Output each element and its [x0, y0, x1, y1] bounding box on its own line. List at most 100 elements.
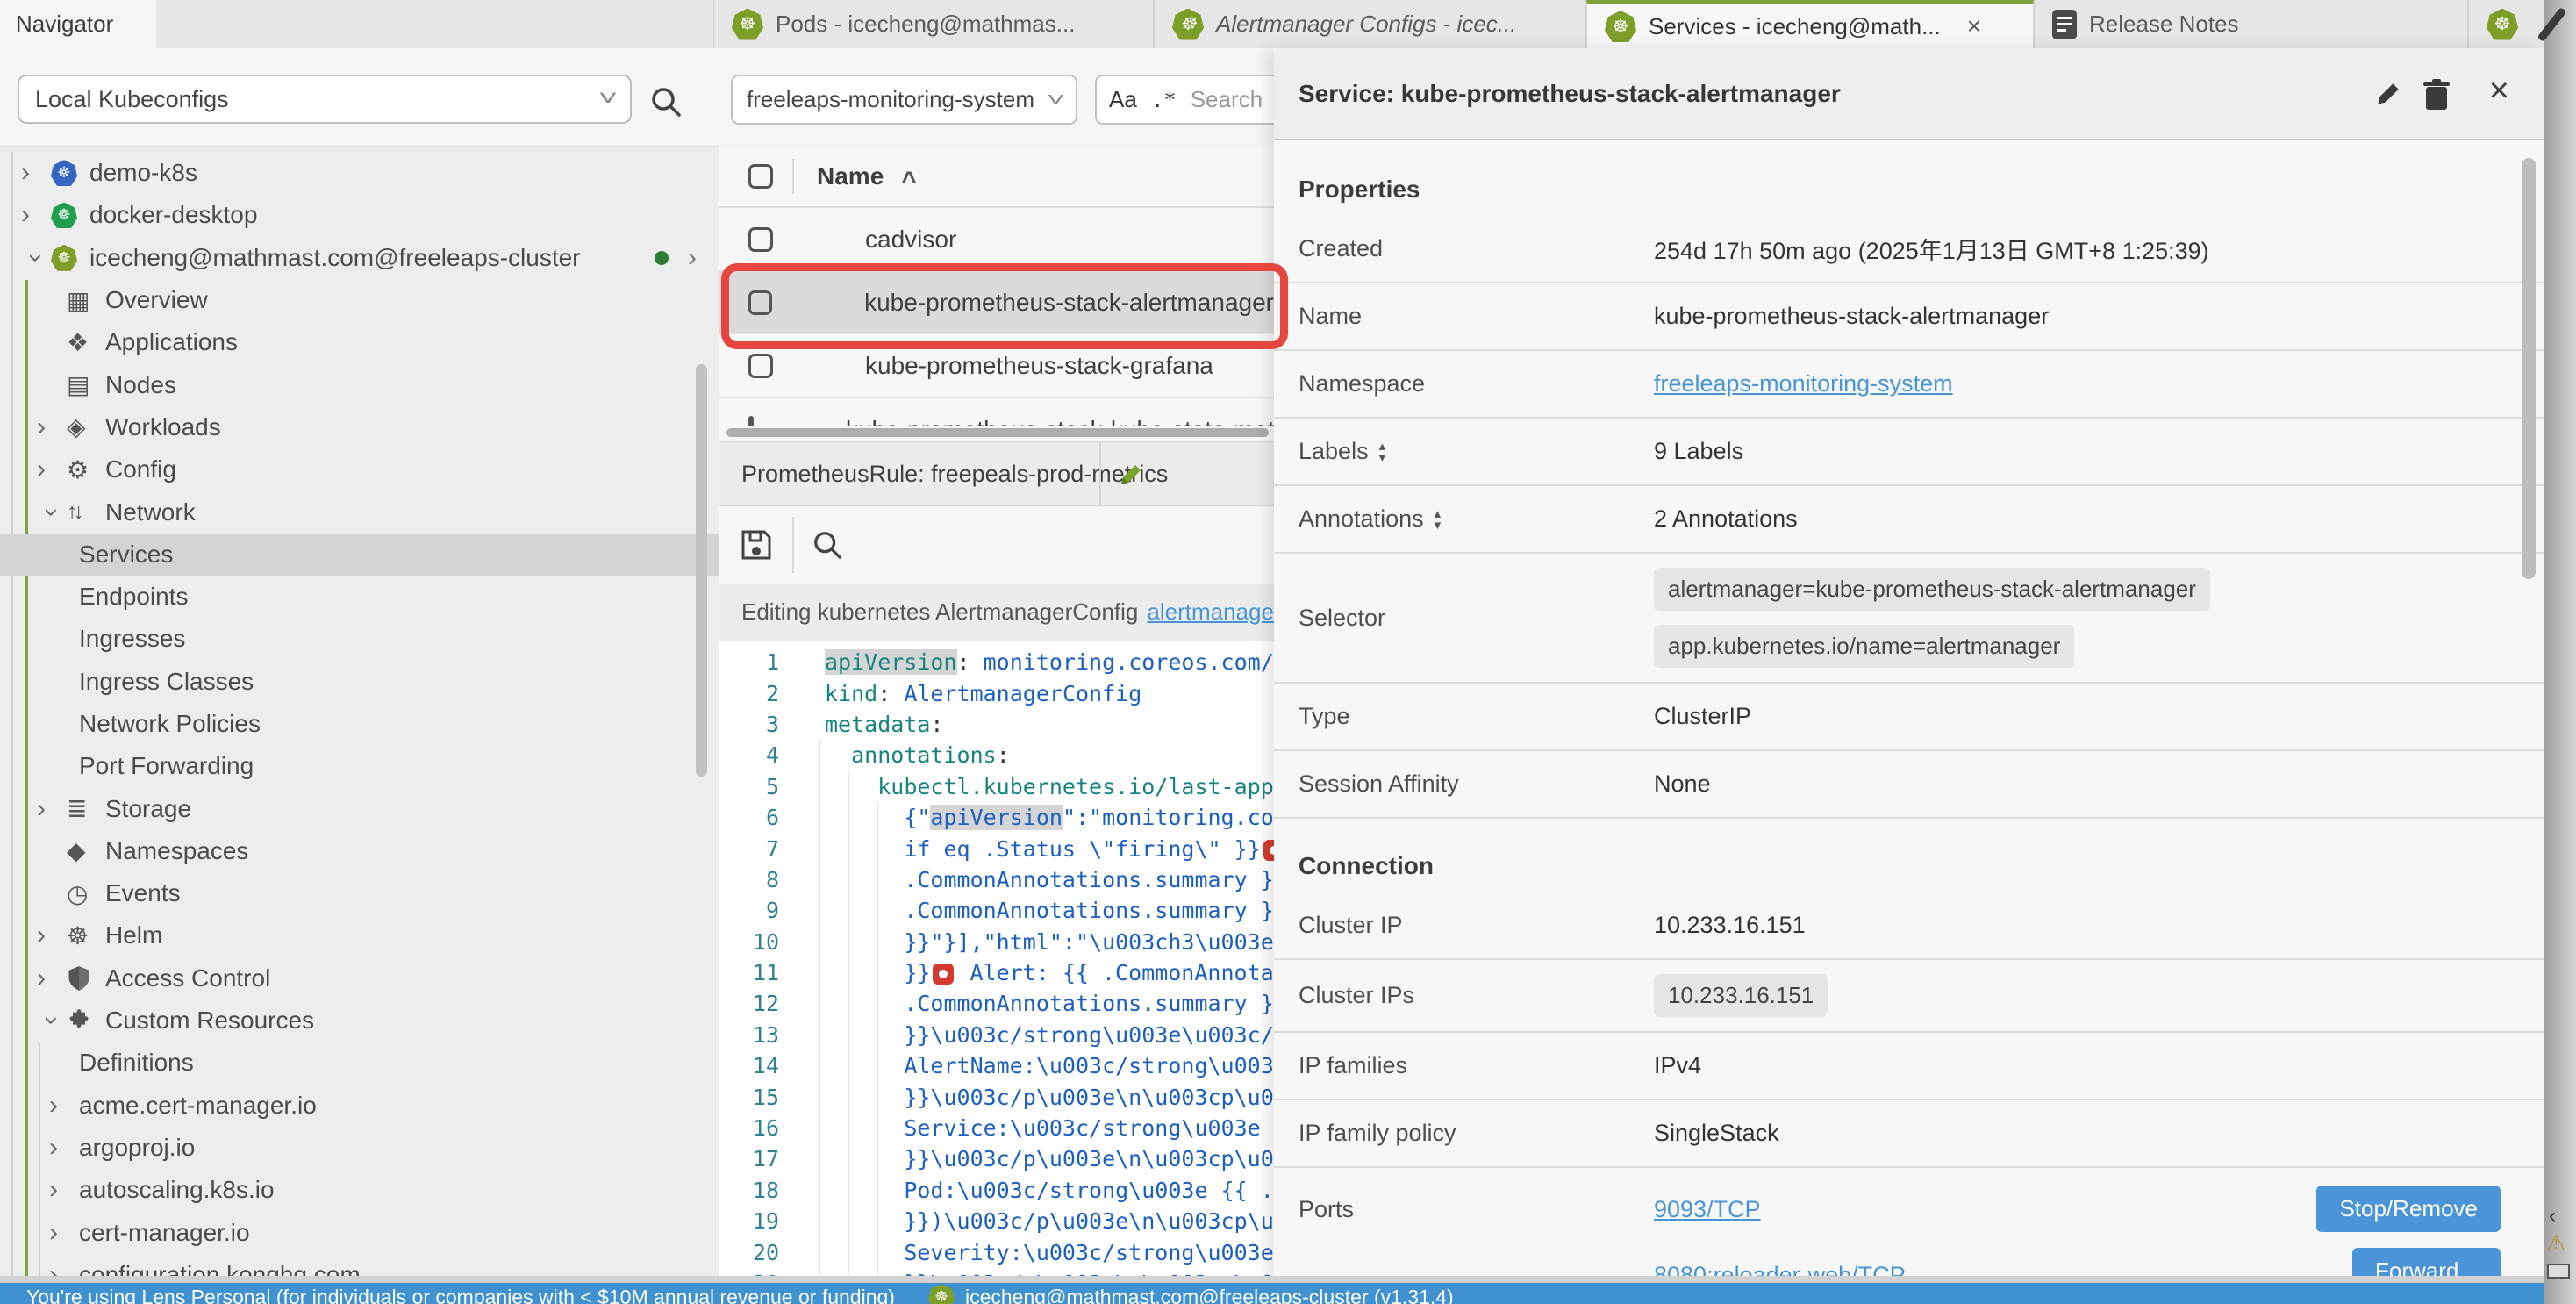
sidebar-item-access-control[interactable]: ›Access Control: [0, 957, 719, 999]
code-line[interactable]: 10 }}"}],"html":"\u003ch3\u003e\u: [719, 927, 1274, 957]
chevron-right-icon[interactable]: ›: [37, 794, 67, 824]
sidebar-item-network-policies[interactable]: Network Policies: [0, 703, 719, 745]
chevron-right-icon[interactable]: ›: [37, 412, 67, 442]
sidebar-item-workloads[interactable]: ›◈Workloads: [0, 406, 719, 448]
edit-pencil-icon[interactable]: [2372, 78, 2404, 110]
namespace-link[interactable]: freeleaps-monitoring-system: [1654, 370, 1953, 398]
chevron-right-icon[interactable]: ›: [37, 964, 67, 993]
code-line[interactable]: 9 .CommonAnnotations.summary }}: [719, 895, 1274, 926]
chevron-down-icon[interactable]: ›: [37, 1006, 67, 1035]
sidebar-item-port-forwarding[interactable]: Port Forwarding: [0, 745, 719, 787]
close-icon[interactable]: ×: [2489, 71, 2509, 111]
list-search-input[interactable]: Aa .* Search: [1095, 75, 1274, 125]
code-line[interactable]: 18 Pod:\u003c/strong\u003e {{ .Co: [719, 1175, 1274, 1206]
code-line[interactable]: 14 AlertName:\u003c/strong\u003e: [719, 1050, 1274, 1081]
sidebar-item-storage[interactable]: ›≣Storage: [0, 787, 719, 829]
sort-ascending-icon[interactable]: ^: [901, 167, 917, 197]
match-case-icon[interactable]: Aa: [1109, 86, 1137, 113]
code-line[interactable]: 4 annotations:: [719, 740, 1274, 770]
sidebar-item-autoscaling-k8s-io[interactable]: ›autoscaling.k8s.io: [0, 1169, 719, 1211]
editor-search-icon[interactable]: [812, 529, 843, 561]
code-line[interactable]: 2kind: AlertmanagerConfig: [719, 677, 1274, 708]
edit-pencil-icon[interactable]: [1116, 460, 1146, 490]
save-icon[interactable]: [740, 528, 773, 562]
code-line[interactable]: 6 {"apiVersion":"monitoring.coreos.com/v…: [719, 802, 1274, 833]
sidebar-item-ingresses[interactable]: Ingresses: [0, 618, 719, 660]
active-cluster-label[interactable]: icecheng@mathmast.com@freeleaps-cluster …: [965, 1286, 1454, 1304]
sidebar-item-events[interactable]: ◷Events: [0, 872, 719, 914]
sort-toggle-icon[interactable]: ▴▾: [1435, 508, 1442, 531]
tab-services[interactable]: ☸ Services - icecheng@math... ×: [1586, 0, 2034, 48]
sidebar-item-docker-desktop[interactable]: ›☸docker-desktop: [0, 194, 719, 236]
row-checkbox[interactable]: [748, 227, 773, 252]
kubeconfig-selector[interactable]: Local Kubeconfigs ˅: [18, 75, 632, 124]
delete-trash-icon[interactable]: [2422, 78, 2451, 111]
regex-icon[interactable]: .*: [1151, 88, 1177, 112]
code-line[interactable]: 15 }}\u003c/p\u003e\n\u003cp\u003: [719, 1081, 1274, 1112]
editing-resource-link[interactable]: alertmanager: [1147, 598, 1274, 626]
row-checkbox[interactable]: [748, 354, 773, 378]
sidebar-item-definitions[interactable]: Definitions: [0, 1042, 719, 1084]
sidebar-item-custom-resources[interactable]: ›Custom Resources: [0, 999, 719, 1042]
column-header-name[interactable]: Name: [817, 162, 884, 190]
horizontal-scrollbar[interactable]: [719, 426, 1274, 440]
sidebar-item-namespaces[interactable]: ◆Namespaces: [0, 830, 719, 872]
search-icon[interactable]: [649, 85, 683, 118]
sidebar-item-endpoints[interactable]: Endpoints: [0, 576, 719, 618]
chevron-right-icon[interactable]: ›: [49, 1133, 79, 1163]
sidebar-item-acme-cert-manager-io[interactable]: ›acme.cert-manager.io: [0, 1085, 719, 1127]
kubernetes-icon: ☸: [1172, 9, 1204, 40]
code-line[interactable]: 5 kubectl.kubernetes.io/last-applied-con…: [719, 771, 1274, 802]
sidebar-item-nodes[interactable]: ▤Nodes: [0, 363, 719, 405]
close-tab-icon[interactable]: ×: [1967, 12, 1981, 40]
table-row-cadvisor[interactable]: cadvisor: [719, 208, 1274, 271]
chevron-right-icon[interactable]: ›: [49, 1175, 79, 1205]
sidebar-item-services[interactable]: Services: [0, 534, 719, 576]
port-link[interactable]: 9093/TCP: [1654, 1196, 2316, 1223]
code-line[interactable]: 3metadata:: [719, 709, 1274, 740]
code-line[interactable]: 12 .CommonAnnotations.summary }}: [719, 988, 1274, 1019]
chevron-right-icon[interactable]: ›: [21, 200, 51, 230]
code-line[interactable]: 8 .CommonAnnotations.summary }}: [719, 864, 1274, 895]
chevron-right-icon[interactable]: ›: [37, 455, 67, 484]
sidebar-scrollbar[interactable]: [696, 364, 707, 777]
select-all-checkbox[interactable]: [748, 164, 773, 189]
chevron-right-icon[interactable]: ›: [49, 1218, 79, 1248]
namespace-selector[interactable]: freeleaps-monitoring-system ˅: [731, 75, 1077, 125]
sidebar-item-ingress-classes[interactable]: Ingress Classes: [0, 661, 719, 703]
section-heading: Properties: [1299, 176, 2544, 204]
sidebar-item-config[interactable]: ›⚙Config: [0, 448, 719, 491]
sidebar-item-demo-k8s[interactable]: ›☸demo-k8s: [0, 152, 719, 194]
tab-release-notes[interactable]: Release Notes: [2034, 0, 2468, 48]
chevron-right-icon[interactable]: ›: [688, 243, 697, 273]
chevron-down-icon[interactable]: ›: [21, 243, 51, 273]
code-line[interactable]: 19 }})\u003c/p\u003e\n\u003cp\u00: [719, 1206, 1274, 1236]
yaml-editor[interactable]: 1apiVersion: monitoring.coreos.com/v12ki…: [719, 641, 1274, 1283]
sort-toggle-icon[interactable]: ▴▾: [1379, 441, 1386, 463]
code-line[interactable]: 7 if eq .Status \"firing\" }}: [719, 833, 1274, 863]
code-line[interactable]: 13 }}\u003c/strong\u003e\u003c/h3: [719, 1020, 1274, 1050]
drawer-scrollbar[interactable]: [2522, 158, 2536, 579]
code-line[interactable]: 16 Service:\u003c/strong\u003e {: [719, 1113, 1274, 1143]
sidebar-item-helm[interactable]: ›☸Helm: [0, 914, 719, 957]
sidebar-item-argoproj-io[interactable]: ›argoproj.io: [0, 1127, 719, 1169]
code-line[interactable]: 1apiVersion: monitoring.coreos.com/v1: [719, 647, 1274, 677]
chevron-down-icon[interactable]: ›: [37, 498, 67, 527]
table-row-kube-prometheus-stack-kube-state-metrics[interactable]: kube-prometheus-stack-kube-state-metrics: [719, 398, 1274, 426]
tab-alertmanager-configs[interactable]: ☸ Alertmanager Configs - icec...: [1154, 0, 1586, 48]
code-line[interactable]: 11 }} Alert: {{ .CommonAnnotati: [719, 957, 1274, 988]
code-line[interactable]: 20 Severity:\u003c/strong\u003e: [719, 1236, 1274, 1267]
code-line[interactable]: 17 }}\u003c/p\u003e\n\u003cp\u003: [719, 1143, 1274, 1174]
chevron-right-icon[interactable]: ›: [21, 158, 51, 188]
sidebar-item-applications[interactable]: ❖Applications: [0, 321, 719, 363]
sidebar-item-network[interactable]: ›↑↓Network: [0, 491, 719, 533]
row-checkbox[interactable]: [748, 416, 754, 426]
tab-partial[interactable]: ☸: [2468, 0, 2544, 48]
sidebar-item-icecheng-mathmast-com-freeleaps-cluster[interactable]: ›☸icecheng@mathmast.com@freeleaps-cluste…: [0, 237, 719, 279]
chevron-right-icon[interactable]: ›: [37, 921, 67, 950]
stop-remove-button[interactable]: Stop/Remove: [2316, 1186, 2501, 1232]
chevron-right-icon[interactable]: ›: [49, 1091, 79, 1121]
sidebar-item-cert-manager-io[interactable]: ›cert-manager.io: [0, 1211, 719, 1253]
tab-pods[interactable]: ☸ Pods - icecheng@mathmas...: [713, 0, 1154, 48]
sidebar-item-overview[interactable]: ▦Overview: [0, 279, 719, 321]
